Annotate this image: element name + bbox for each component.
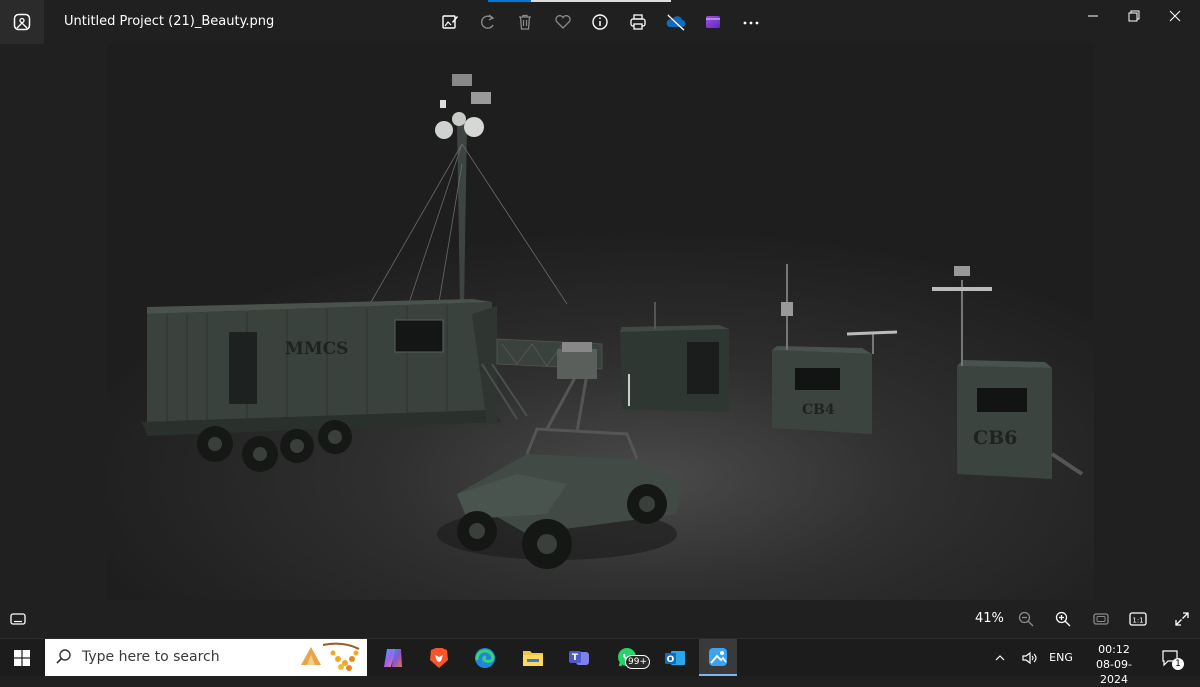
- brave-browser-icon[interactable]: [420, 639, 458, 676]
- onedrive-icon[interactable]: [662, 8, 690, 36]
- zoom-in-icon[interactable]: [1049, 605, 1077, 633]
- clock-date: 08-09-2024: [1096, 658, 1132, 686]
- search-highlight-illustration-icon: [293, 641, 363, 678]
- print-icon[interactable]: [624, 8, 652, 36]
- search-placeholder: Type here to search: [82, 649, 220, 665]
- fit-to-window-icon[interactable]: [1087, 605, 1115, 633]
- taskbar-clock[interactable]: 00:12 08-09-2024: [1083, 642, 1145, 687]
- box1-label: CB4: [802, 402, 835, 418]
- start-button[interactable]: [0, 639, 44, 676]
- file-explorer-icon[interactable]: [514, 639, 552, 676]
- notification-count-badge: 1: [1172, 658, 1184, 670]
- clipchamp-icon[interactable]: [699, 8, 727, 36]
- photos-app-icon[interactable]: [0, 0, 44, 44]
- zoom-out-icon[interactable]: [1012, 605, 1040, 633]
- show-hidden-icons-chevron-up-icon[interactable]: [989, 639, 1011, 676]
- edit-image-icon[interactable]: [436, 8, 464, 36]
- full-screen-icon[interactable]: [1168, 605, 1196, 633]
- restore-button[interactable]: [1111, 0, 1157, 32]
- trailer-label: MMCS: [285, 339, 348, 359]
- delete-icon[interactable]: [511, 8, 539, 36]
- whatsapp-badge: 99+: [625, 655, 650, 669]
- viewer-bottom-bar: 41% 1:1: [0, 600, 1200, 638]
- teams-icon[interactable]: T: [560, 639, 598, 676]
- tab-indicator: [488, 0, 531, 2]
- photos-taskbar-icon[interactable]: [699, 639, 737, 676]
- tab-indicator-highlight: [531, 0, 671, 2]
- render-scene: MMCS CB4 CB6: [142, 74, 1084, 569]
- favorite-icon[interactable]: [549, 8, 577, 36]
- title-bar: Untitled Project (21)_Beauty.png: [0, 0, 1200, 44]
- minimize-button[interactable]: [1070, 0, 1116, 32]
- clock-time: 00:12: [1098, 643, 1130, 656]
- svg-text:T: T: [572, 653, 579, 663]
- more-icon[interactable]: [737, 8, 765, 36]
- svg-text:O: O: [667, 655, 675, 665]
- edge-browser-icon[interactable]: [466, 639, 504, 676]
- input-language[interactable]: ENG: [1046, 639, 1076, 676]
- taskbar-search-box[interactable]: Type here to search: [45, 639, 367, 676]
- displayed-image[interactable]: MMCS CB4 CB6: [107, 44, 1094, 600]
- box2-label: CB6: [973, 427, 1017, 449]
- window-title: Untitled Project (21)_Beauty.png: [64, 14, 275, 29]
- whatsapp-icon[interactable]: 99+: [608, 639, 650, 676]
- info-icon[interactable]: [586, 8, 614, 36]
- zoom-level: 41%: [975, 611, 1004, 626]
- search-icon: [55, 648, 73, 670]
- filmstrip-icon[interactable]: [4, 605, 32, 633]
- image-canvas[interactable]: MMCS CB4 CB6: [0, 44, 1200, 600]
- copilot-icon[interactable]: [374, 639, 412, 676]
- actual-size-icon[interactable]: 1:1: [1124, 605, 1152, 633]
- svg-text:1:1: 1:1: [1132, 617, 1143, 625]
- notification-center-icon[interactable]: 1: [1155, 639, 1185, 676]
- close-button[interactable]: [1152, 0, 1198, 32]
- taskbar: Type here to search T 99+ O ENG 00:12 08…: [0, 638, 1200, 686]
- outlook-icon[interactable]: O: [656, 639, 694, 676]
- volume-icon[interactable]: [1018, 639, 1042, 676]
- rotate-icon[interactable]: [474, 8, 502, 36]
